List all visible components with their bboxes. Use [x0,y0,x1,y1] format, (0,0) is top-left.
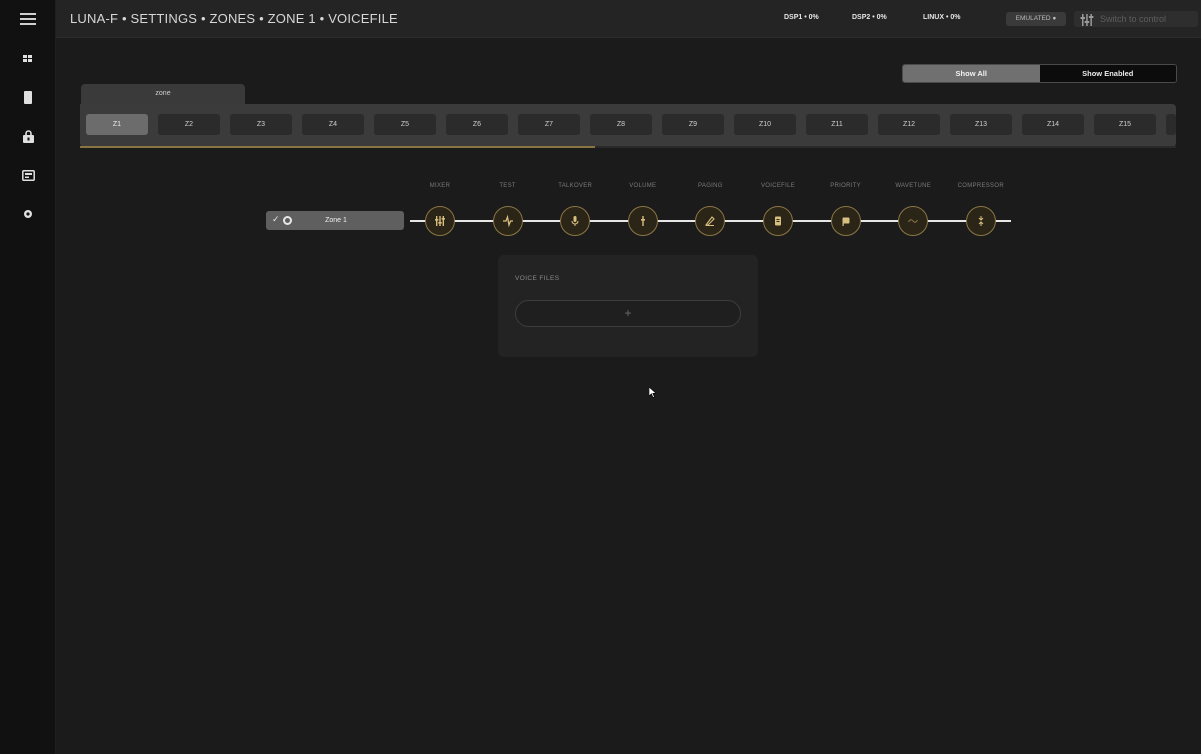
test-icon [502,214,513,228]
zone-button-z10[interactable]: Z10 [734,114,796,135]
zone-button-z2[interactable]: Z2 [158,114,220,135]
voice-files-panel: VOICE FILES + [498,255,758,357]
voice-files-title: VOICE FILES [515,275,560,282]
grid-icon[interactable] [17,48,39,70]
stage-button-talkover[interactable] [560,206,591,236]
filter-toggle: Show All Show Enabled [902,64,1177,83]
zone-chain-toggle[interactable]: ✓ Zone 1 [266,211,404,230]
emulated-badge: EMULATED ● [1006,12,1066,26]
menu-icon[interactable] [17,8,39,30]
zone-selector: Z1 Z2 Z3 Z4 Z5 Z6 Z7 Z8 Z9 Z10 Z11 Z12 Z13 Z14 Z15 [80,104,1176,147]
stage-button-volume[interactable] [627,206,658,236]
check-icon: ✓ [272,214,280,224]
zone-button-z4[interactable]: Z4 [302,114,364,135]
compressor-icon [978,216,984,226]
dsp1-load: DSP1 • 0% [784,14,819,21]
show-enabled-button[interactable]: Show Enabled [1039,65,1176,82]
volume-icon [640,216,645,226]
paging-icon [705,216,716,226]
mixer-icon [435,216,445,226]
microphone-icon [571,216,579,226]
stage-button-priority[interactable] [830,206,861,236]
zone-button-z14[interactable]: Z14 [1022,114,1084,135]
add-voice-file-button[interactable]: + [515,300,741,327]
header-bar: LUNA-F • SETTINGS • ZONES • ZONE 1 • VOI… [56,0,1201,38]
zone-button-z12[interactable]: Z12 [878,114,940,135]
zone-button-overflow[interactable] [1166,114,1176,135]
zone-button-z9[interactable]: Z9 [662,114,724,135]
voicefile-icon [775,216,781,226]
stage-button-wavetune[interactable] [898,206,929,236]
zone-button-z15[interactable]: Z15 [1094,114,1156,135]
stage-button-mixer[interactable] [425,206,455,236]
priority-icon [842,217,850,226]
zone-button-z11[interactable]: Z11 [806,114,868,135]
zone-button-z5[interactable]: Z5 [374,114,436,135]
sidebar [0,0,56,754]
zone-button-z1[interactable]: Z1 [86,114,148,135]
lock-icon[interactable] [17,125,39,147]
settings-icon[interactable] [17,203,39,225]
dsp2-load: DSP2 • 0% [852,14,887,21]
show-all-button[interactable]: Show All [903,65,1040,82]
breadcrumb: LUNA-F • SETTINGS • ZONES • ZONE 1 • VOI… [70,11,398,26]
sliders-icon [1080,13,1094,31]
stage-button-voicefile[interactable] [763,206,793,236]
app-window: LUNA-F • SETTINGS • ZONES • ZONE 1 • VOI… [0,0,1201,754]
zone-button-z13[interactable]: Z13 [950,114,1012,135]
switch-to-control-label: Switch to control [1100,14,1167,24]
stage-button-paging[interactable] [695,206,726,236]
stage-label-compressor: COMPRESSOR [957,183,1004,189]
device-icon[interactable] [17,86,39,108]
zone-button-z3[interactable]: Z3 [230,114,292,135]
zone-scrollbar-thumb[interactable] [80,146,595,148]
zone-button-z8[interactable]: Z8 [590,114,652,135]
zone-group-tab[interactable]: zone [81,84,245,104]
wavetune-icon [908,219,919,223]
zone-name: Zone 1 [325,217,347,224]
zone-button-z6[interactable]: Z6 [446,114,508,135]
power-icon[interactable] [283,216,292,225]
mouse-cursor-icon [649,387,657,398]
monitor-icon[interactable] [17,164,39,186]
stage-button-compressor[interactable] [965,206,996,236]
stage-button-test[interactable] [492,206,523,236]
linux-load: LINUX • 0% [923,14,961,21]
zone-button-z7[interactable]: Z7 [518,114,580,135]
switch-to-control-button[interactable]: Switch to control [1074,11,1198,27]
